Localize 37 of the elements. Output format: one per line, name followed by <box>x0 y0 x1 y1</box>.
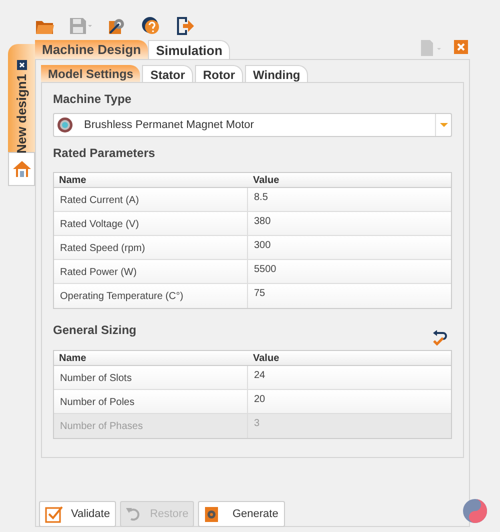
table-row: Rated Current (A) 8.5 <box>54 188 451 212</box>
table-row: Number of Poles 20 <box>54 390 451 414</box>
help-icon[interactable] <box>141 16 161 36</box>
close-icon[interactable] <box>16 60 26 70</box>
home-tab[interactable] <box>8 152 35 186</box>
document-tab[interactable]: New design1 <box>8 44 35 152</box>
validate-button[interactable]: Validate <box>39 501 116 527</box>
house-icon <box>12 160 32 178</box>
table-row: Rated Voltage (V) 380 <box>54 212 451 236</box>
generate-button[interactable]: Generate <box>198 501 286 527</box>
column-header: Value <box>252 174 280 187</box>
check-icon <box>45 505 63 523</box>
tab[interactable]: Rotor <box>195 65 244 82</box>
section-title: Machine Type <box>53 91 132 108</box>
column-header: Name <box>58 352 88 365</box>
tab[interactable]: Machine Design <box>35 40 148 59</box>
caret-icon <box>440 123 448 127</box>
logo-icon <box>462 498 488 524</box>
undo-check-icon[interactable] <box>432 329 448 347</box>
undo-icon <box>126 507 142 521</box>
machine-type-dropdown[interactable]: Brushless Permanet Magnet Motor <box>53 113 452 137</box>
column-header: Name <box>58 174 88 187</box>
motor-icon <box>57 117 73 133</box>
section-title: General Sizing <box>53 322 136 339</box>
table-row: Operating Temperature (C°) 75 <box>54 284 451 308</box>
section-title: Rated Parameters <box>53 145 156 162</box>
tab-label: New design1 <box>12 74 30 154</box>
exit-icon[interactable] <box>175 16 195 36</box>
tab[interactable]: Simulation <box>148 40 230 59</box>
tab[interactable]: Stator <box>142 65 194 82</box>
tab[interactable]: Model Settings <box>41 65 140 82</box>
table-row: Number of Slots 24 <box>54 366 451 390</box>
table-row: Number of Phases 3 <box>54 414 451 438</box>
tab[interactable]: Winding <box>245 65 308 82</box>
column-header: Value <box>252 352 280 365</box>
table-row: Rated Speed (rpm) 300 <box>54 236 451 260</box>
table-row: Rated Power (W) 5500 <box>54 260 451 284</box>
